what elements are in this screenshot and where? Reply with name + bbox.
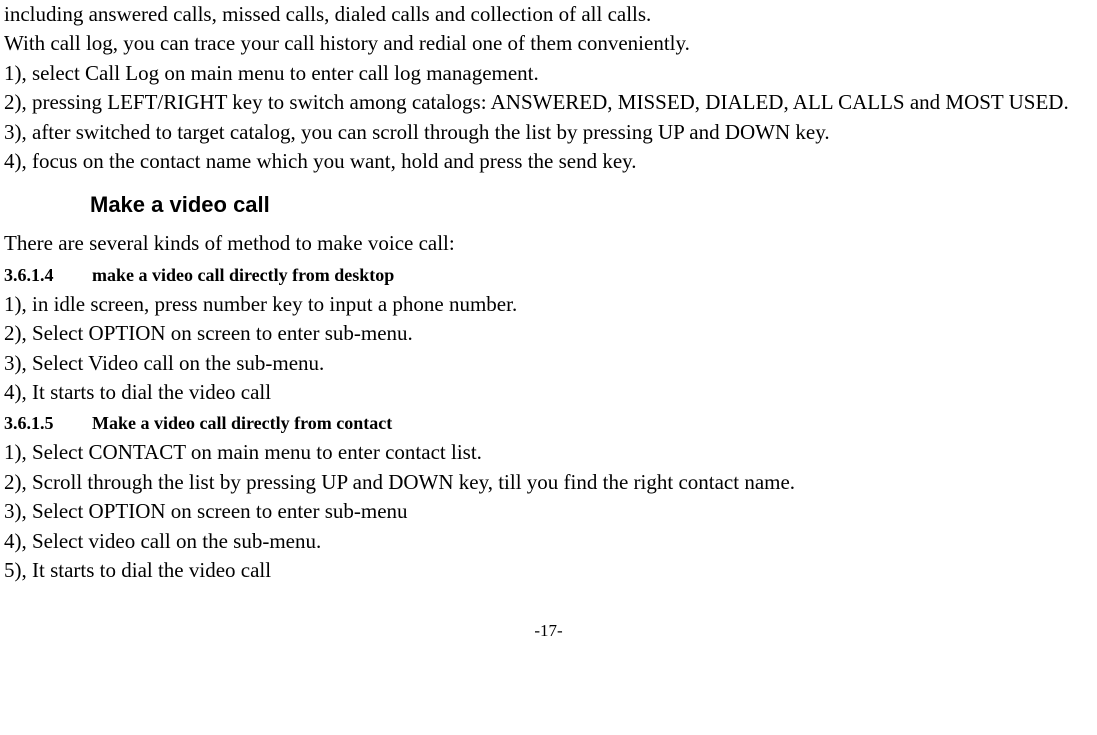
paragraph: 3), Select OPTION on screen to enter sub…	[4, 497, 1093, 526]
document-page: including answered calls, missed calls, …	[0, 0, 1097, 643]
paragraph: 4), It starts to dial the video call	[4, 378, 1093, 407]
paragraph: 1), select Call Log on main menu to ente…	[4, 59, 1093, 88]
paragraph: 3), after switched to target catalog, yo…	[4, 118, 1093, 147]
subsection-title: make a video call directly from desktop	[92, 265, 394, 285]
paragraph: With call log, you can trace your call h…	[4, 29, 1093, 58]
subsection-number: 3.6.1.4	[4, 263, 92, 288]
section-heading: Make a video call	[90, 190, 1093, 221]
paragraph: 2), pressing LEFT/RIGHT key to switch am…	[4, 88, 1093, 117]
paragraph: 2), Scroll through the list by pressing …	[4, 468, 1093, 497]
subsection-heading: 3.6.1.4make a video call directly from d…	[4, 263, 1093, 288]
paragraph: 1), in idle screen, press number key to …	[4, 290, 1093, 319]
paragraph: 1), Select CONTACT on main menu to enter…	[4, 438, 1093, 467]
page-number: -17-	[4, 619, 1093, 643]
paragraph: 5), It starts to dial the video call	[4, 556, 1093, 585]
paragraph: 4), focus on the contact name which you …	[4, 147, 1093, 176]
subsection-title: Make a video call directly from contact	[92, 413, 392, 433]
subsection-heading: 3.6.1.5Make a video call directly from c…	[4, 411, 1093, 436]
paragraph: 2), Select OPTION on screen to enter sub…	[4, 319, 1093, 348]
paragraph: 4), Select video call on the sub-menu.	[4, 527, 1093, 556]
paragraph: There are several kinds of method to mak…	[4, 229, 1093, 258]
paragraph: including answered calls, missed calls, …	[4, 0, 1093, 29]
paragraph: 3), Select Video call on the sub-menu.	[4, 349, 1093, 378]
subsection-number: 3.6.1.5	[4, 411, 92, 436]
